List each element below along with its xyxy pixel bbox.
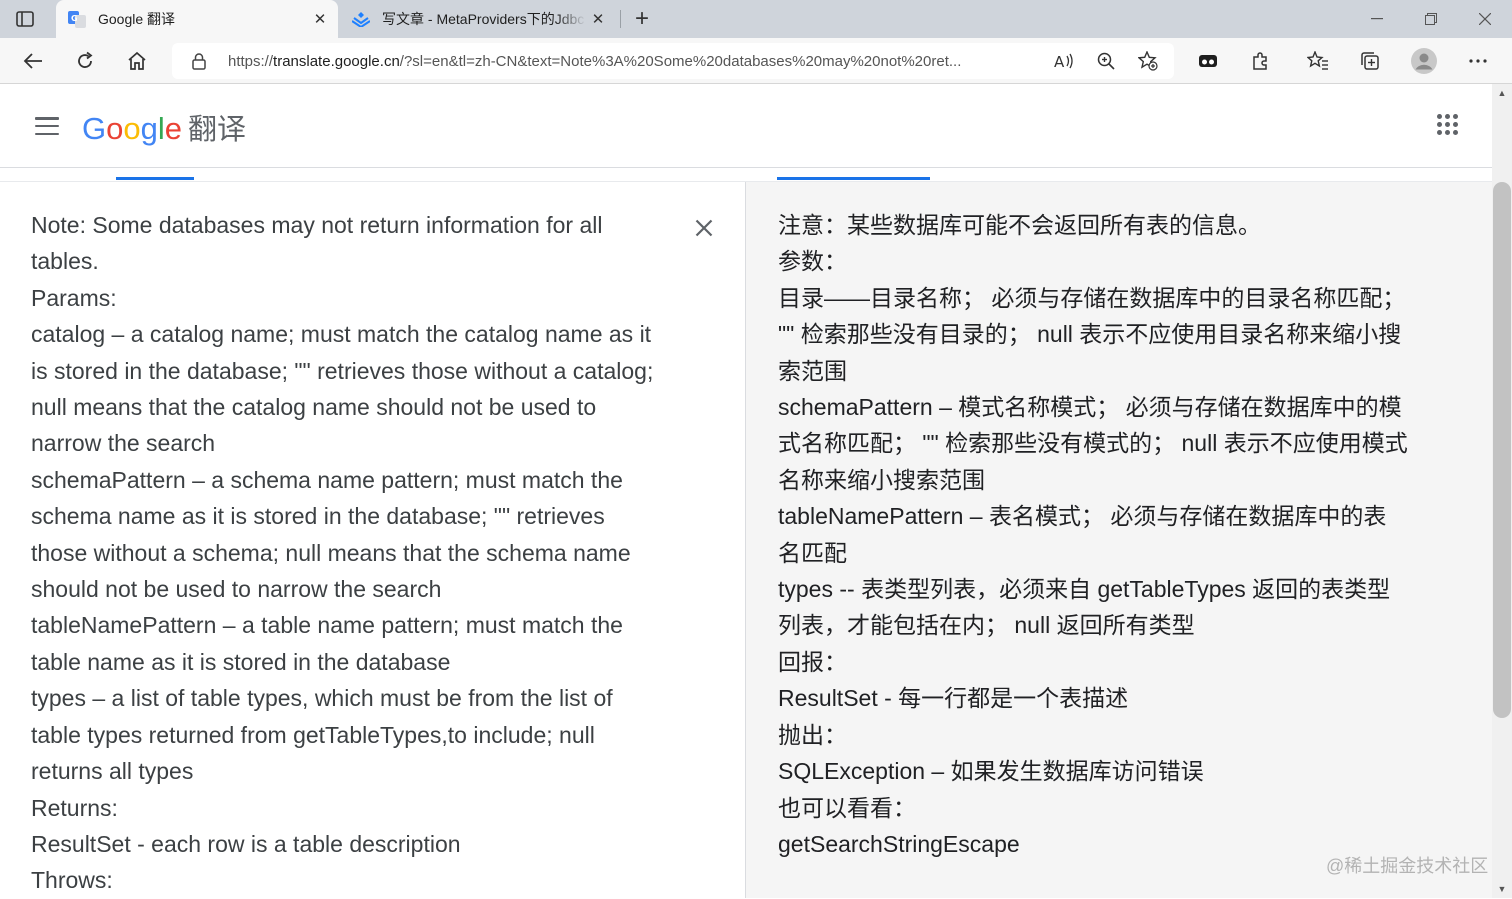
- lock-icon[interactable]: [192, 52, 212, 70]
- product-name: 翻译: [188, 114, 247, 146]
- target-line: schemaPattern – 模式名称模式； 必须与存储在数据库中的模: [778, 394, 1402, 421]
- back-icon[interactable]: [17, 45, 49, 77]
- target-line: 索范围: [778, 357, 847, 384]
- close-tab-icon[interactable]: ✕: [586, 7, 610, 31]
- restore-icon[interactable]: [1404, 0, 1458, 38]
- translated-text-area: 注意：某些数据库可能不会返回所有表的信息。 参数： 目录——目录名称； 必须与存…: [778, 207, 1458, 862]
- scroll-up-arrow-icon[interactable]: ▲: [1496, 88, 1508, 98]
- target-line: SQLException – 如果发生数据库访问错误: [778, 758, 1204, 785]
- minimize-icon[interactable]: [1350, 0, 1404, 38]
- url-path: /?sl=en&tl=zh-CN&text=Note%3A%20Some%20d…: [399, 52, 962, 70]
- close-window-icon[interactable]: [1458, 0, 1512, 38]
- browser-toolbar: https://translate.google.cn/?sl=en&tl=zh…: [0, 38, 1512, 84]
- target-line: "" 检索那些没有目录的； null 表示不应使用目录名称来缩小搜: [778, 321, 1402, 348]
- source-line: Throws:: [31, 867, 113, 894]
- tab-title: 写文章 - MetaProviders下的Jdbc: [382, 11, 585, 27]
- zoom-icon[interactable]: [1090, 45, 1122, 77]
- favorites-icon[interactable]: [1302, 45, 1334, 77]
- tab-google-translate[interactable]: G Google 翻译 ✕: [56, 0, 338, 38]
- home-icon[interactable]: [121, 45, 153, 77]
- source-line: Params:: [31, 284, 117, 311]
- tab-title: Google 翻译: [98, 11, 176, 27]
- source-line: Note: Some databases may not return info…: [31, 212, 603, 238]
- source-line: table name as it is stored in the databa…: [31, 648, 451, 675]
- target-line: ResultSet - 每一行都是一个表描述: [778, 685, 1129, 712]
- target-line: 参数：: [778, 248, 847, 275]
- target-line: types -- 表类型列表，必须来自 getTableTypes 返回的表类型: [778, 576, 1391, 603]
- collections-icon[interactable]: [1354, 45, 1386, 77]
- source-line: tableNamePattern – a table name pattern;…: [31, 612, 623, 639]
- url-host: translate.google.cn: [273, 52, 400, 70]
- source-text-area[interactable]: Note: Some databases may not return info…: [31, 207, 681, 899]
- scroll-down-arrow-icon[interactable]: ▼: [1496, 884, 1508, 894]
- source-line: narrow the search: [31, 430, 216, 457]
- source-line: is stored in the database; "" retrieves …: [31, 357, 654, 384]
- extensions-icon[interactable]: [1244, 45, 1276, 77]
- juejin-icon: [352, 10, 370, 28]
- source-line: table types returned from getTableTypes,…: [31, 721, 595, 748]
- tab-actions-icon[interactable]: [14, 8, 36, 30]
- source-line: Returns:: [31, 794, 118, 821]
- source-line: types – a list of table types, which mus…: [31, 685, 613, 712]
- more-options-icon[interactable]: [1462, 45, 1494, 77]
- logo-letter: o: [106, 111, 124, 146]
- tab-juejin-article[interactable]: 写文章 - MetaProviders下的Jdbc ✕: [340, 0, 616, 38]
- pane-divider: [745, 182, 746, 898]
- target-line: 也可以看看：: [778, 794, 916, 821]
- google-translate-logo[interactable]: Google 翻译: [82, 106, 246, 146]
- logo-letter: o: [123, 111, 141, 146]
- google-header: Google 翻译: [0, 84, 1512, 168]
- tab-divider: [620, 10, 621, 28]
- add-favorite-icon[interactable]: [1132, 45, 1164, 77]
- url-text[interactable]: https://translate.google.cn/?sl=en&tl=zh…: [228, 53, 1038, 70]
- url-scheme: https://: [228, 52, 274, 70]
- watermark: @稀土掘金技术社区: [1326, 856, 1489, 876]
- target-line: 列表，才能包括在内； null 返回所有类型: [778, 612, 1195, 639]
- target-line: 注意：某些数据库可能不会返回所有表的信息。: [778, 212, 1261, 238]
- logo-letter: g: [140, 111, 158, 146]
- refresh-icon[interactable]: [69, 45, 101, 77]
- google-apps-icon[interactable]: [1437, 114, 1459, 136]
- source-line: schema name as it is stored in the datab…: [31, 503, 605, 530]
- logo-letter: G: [82, 111, 107, 146]
- profile-avatar-icon[interactable]: [1408, 45, 1440, 77]
- scrollbar-thumb[interactable]: [1493, 182, 1511, 718]
- source-line: null means that the catalog name should …: [31, 394, 597, 421]
- logo-letter: e: [164, 111, 183, 146]
- target-line: 抛出：: [778, 721, 847, 748]
- target-line: 式名称匹配； "" 检索那些没有模式的； null 表示不应使用模式: [778, 430, 1408, 457]
- source-line: should not be used to narrow the search: [31, 576, 442, 603]
- logo-letter: l: [157, 111, 165, 146]
- close-tab-icon[interactable]: ✕: [308, 7, 332, 31]
- target-line: 名称来缩小搜索范围: [778, 466, 985, 493]
- address-bar[interactable]: https://translate.google.cn/?sl=en&tl=zh…: [172, 43, 1174, 79]
- google-translate-icon: G: [68, 10, 86, 28]
- new-tab-icon[interactable]: +: [628, 5, 656, 32]
- source-line: returns all types: [31, 758, 194, 785]
- target-language-tab-indicator[interactable]: [777, 177, 930, 180]
- clear-source-text-icon[interactable]: [688, 212, 720, 244]
- page-scrollbar[interactable]: ▲ ▼: [1492, 84, 1512, 898]
- target-line: 目录——目录名称； 必须与存储在数据库中的目录名称匹配；: [778, 284, 1406, 311]
- svg-text:G: G: [71, 14, 78, 23]
- extension-mask-icon[interactable]: [1192, 45, 1224, 77]
- tab-strip: G Google 翻译 ✕ 写文章 - MetaProviders下的Jdbc …: [0, 0, 1512, 38]
- source-line: catalog – a catalog name; must match the…: [31, 321, 652, 348]
- target-line: tableNamePattern – 表名模式； 必须与存储在数据库中的表: [778, 503, 1387, 530]
- read-aloud-icon[interactable]: A: [1048, 45, 1080, 77]
- source-language-tab-indicator[interactable]: [116, 177, 194, 180]
- target-line: 名匹配: [778, 539, 847, 566]
- source-line: those without a schema; null means that …: [31, 539, 631, 566]
- target-line: 回报：: [778, 648, 847, 675]
- source-line: ResultSet - each row is a table descript…: [31, 830, 461, 857]
- source-line: schemaPattern – a schema name pattern; m…: [31, 466, 623, 493]
- source-line: tables.: [31, 248, 99, 275]
- main-menu-icon[interactable]: [33, 115, 61, 137]
- svg-text:A: A: [1054, 53, 1065, 69]
